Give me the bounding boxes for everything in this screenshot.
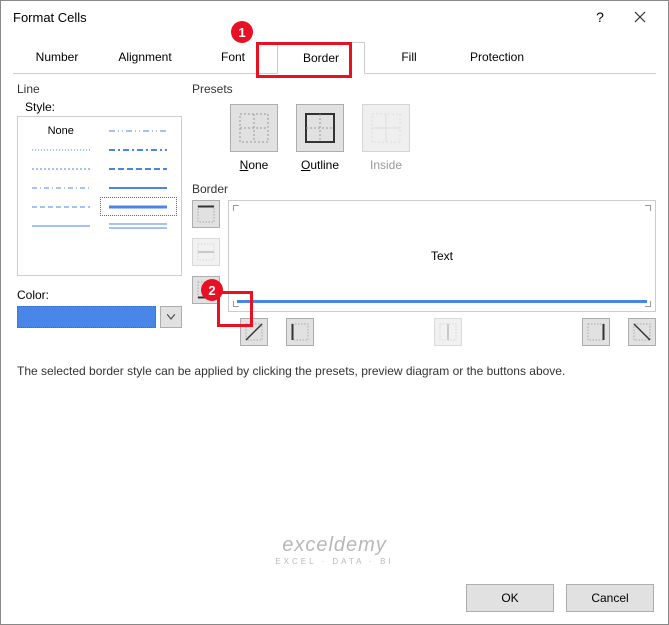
border-vertical-mid-button <box>434 318 462 346</box>
style-double[interactable] <box>109 219 167 233</box>
ok-button[interactable]: OK <box>466 584 554 612</box>
style-dash-dot[interactable] <box>32 181 90 195</box>
preset-none-icon <box>238 112 270 144</box>
style-label: Style: <box>25 100 182 114</box>
preset-none-label: None <box>240 158 269 172</box>
format-cells-dialog: Format Cells ? Number Alignment Font Bor… <box>0 0 669 625</box>
style-dash-dot-dot[interactable] <box>109 124 167 138</box>
tab-font[interactable]: Font <box>189 42 277 74</box>
style-dotted[interactable] <box>32 162 90 176</box>
watermark-line1: exceldemy <box>275 534 393 557</box>
preview-text: Text <box>431 249 453 263</box>
close-icon <box>634 11 646 23</box>
style-dashed[interactable] <box>32 200 90 214</box>
titlebar: Format Cells ? <box>1 1 668 33</box>
preset-outline-button[interactable] <box>296 104 344 152</box>
close-button[interactable] <box>620 3 660 31</box>
presets-group-label: Presets <box>192 82 656 96</box>
color-label: Color: <box>17 288 182 302</box>
color-swatch[interactable] <box>17 306 156 328</box>
preset-inside-label: Inside <box>370 158 402 172</box>
line-style-picker[interactable]: None <box>17 116 182 276</box>
border-group-label: Border <box>192 182 656 196</box>
preset-inside-icon <box>370 112 402 144</box>
annotation-badge-1: 1 <box>231 21 253 43</box>
preview-bottom-border <box>237 300 647 303</box>
style-medium-dash[interactable] <box>109 162 167 176</box>
tab-alignment[interactable]: Alignment <box>101 42 189 74</box>
border-hmid-icon <box>197 243 215 261</box>
border-diagonal-up-button[interactable] <box>240 318 268 346</box>
border-horizontal-mid-button <box>192 238 220 266</box>
line-panel: Line Style: None Color: <box>17 82 182 346</box>
chevron-down-icon <box>167 314 175 320</box>
annotation-badge-2: 2 <box>201 279 223 301</box>
border-preview[interactable]: Text <box>228 200 656 312</box>
style-hair[interactable] <box>32 143 90 157</box>
preset-inside-button <box>362 104 410 152</box>
tab-fill[interactable]: Fill <box>365 42 453 74</box>
line-group-label: Line <box>17 82 182 96</box>
dialog-footer: OK Cancel <box>466 584 654 612</box>
hint-text: The selected border style can be applied… <box>17 364 652 378</box>
tab-number[interactable]: Number <box>13 42 101 74</box>
tab-strip: Number Alignment Font Border Fill Protec… <box>13 41 656 74</box>
preset-outline-icon <box>304 112 336 144</box>
color-dropdown-button[interactable] <box>160 306 182 328</box>
preset-none-button[interactable] <box>230 104 278 152</box>
right-panel: Presets None Outline <box>192 82 656 346</box>
diagonal-down-icon <box>633 323 651 341</box>
cancel-button[interactable]: Cancel <box>566 584 654 612</box>
border-right-icon <box>587 323 605 341</box>
preset-outline-label: Outline <box>301 158 339 172</box>
border-left-icon <box>291 323 309 341</box>
help-button[interactable]: ? <box>580 3 620 31</box>
window-title: Format Cells <box>13 10 580 25</box>
watermark-line2: EXCEL · DATA · BI <box>275 557 393 566</box>
style-medium[interactable] <box>109 181 167 195</box>
style-thick[interactable] <box>109 200 167 214</box>
border-top-icon <box>197 205 215 223</box>
border-top-button[interactable] <box>192 200 220 228</box>
tab-protection[interactable]: Protection <box>453 42 541 74</box>
style-medium-dash-dot[interactable] <box>109 143 167 157</box>
tab-border[interactable]: Border <box>277 42 365 74</box>
diagonal-up-icon <box>245 323 263 341</box>
border-diagonal-down-button[interactable] <box>628 318 656 346</box>
style-none[interactable]: None <box>48 125 74 137</box>
watermark: exceldemy EXCEL · DATA · BI <box>275 534 393 566</box>
border-left-button[interactable] <box>286 318 314 346</box>
border-right-button[interactable] <box>582 318 610 346</box>
style-thin[interactable] <box>32 219 90 233</box>
border-vmid-icon <box>439 323 457 341</box>
